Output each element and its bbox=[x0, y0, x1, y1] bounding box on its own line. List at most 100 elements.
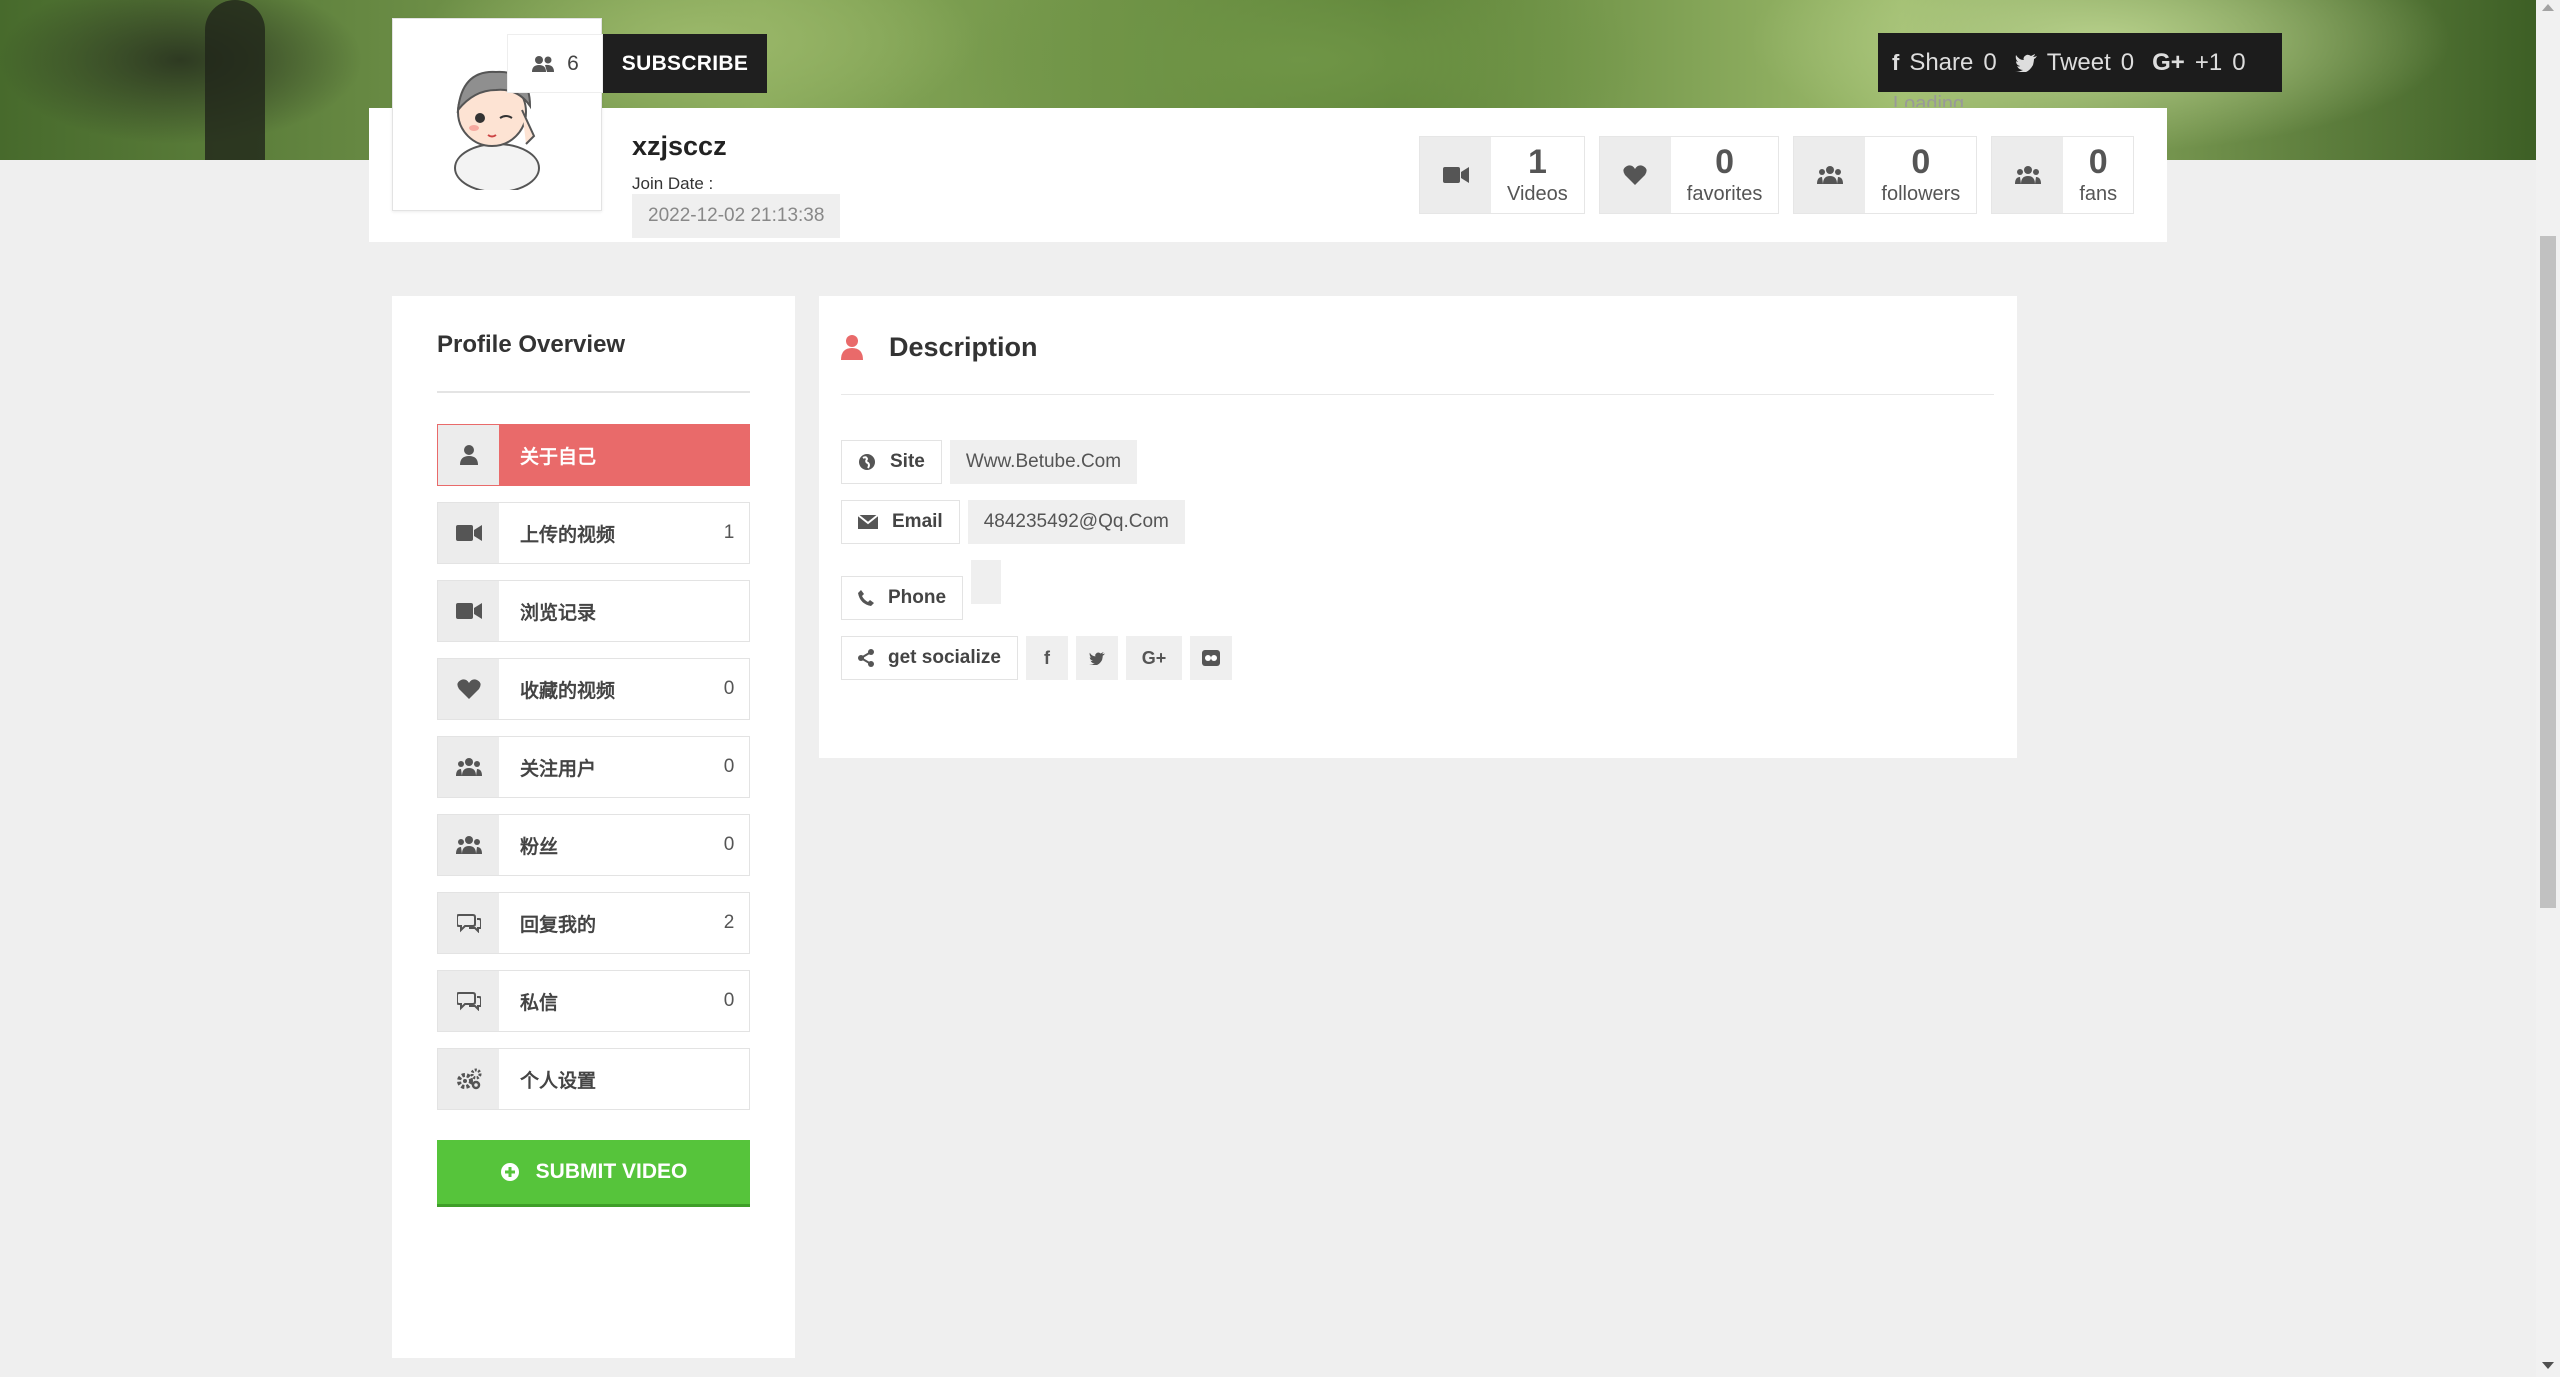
users-icon bbox=[2014, 166, 2041, 184]
sidebar-item-messages[interactable]: 私信 0 bbox=[437, 970, 750, 1032]
sidebar-item-count: 1 bbox=[723, 522, 735, 543]
users-icon bbox=[455, 758, 482, 776]
scroll-thumb[interactable] bbox=[2540, 236, 2556, 908]
sidebar-item-label: 关于自己 bbox=[499, 425, 749, 485]
sidebar-item-count: 0 bbox=[723, 834, 735, 855]
subscribe-group: 6 SUBSCRIBE bbox=[507, 34, 767, 93]
stat-value: 0 bbox=[1911, 142, 1931, 181]
site-row: Site Www.Betube.Com bbox=[841, 440, 1138, 484]
sidebar-item-label: 个人设置 bbox=[520, 1070, 597, 1092]
site-value[interactable]: Www.Betube.Com bbox=[949, 440, 1138, 484]
profile-sidebar: Profile Overview 关于自己 上传的视频 1 浏览记录 收藏的视频… bbox=[392, 296, 795, 1358]
users-icon bbox=[1816, 166, 1843, 184]
stat-value: 0 bbox=[2088, 142, 2108, 181]
sidebar-item-history[interactable]: 浏览记录 bbox=[437, 580, 750, 642]
flickr-icon bbox=[1202, 650, 1220, 666]
scroll-down-arrow-icon[interactable] bbox=[2542, 1362, 2554, 1369]
envelope-icon bbox=[858, 514, 878, 529]
sidebar-item-uploaded-videos[interactable]: 上传的视频 1 bbox=[437, 502, 750, 564]
share-count: 0 bbox=[1983, 48, 1997, 76]
sidebar-title: Profile Overview bbox=[437, 331, 626, 358]
plus-circle-icon bbox=[500, 1163, 519, 1181]
sidebar-item-label: 收藏的视频 bbox=[520, 680, 616, 702]
video-camera-icon bbox=[455, 603, 482, 619]
share-button[interactable]: Share bbox=[1909, 49, 1973, 77]
phone-value bbox=[971, 560, 1002, 604]
sidebar-item-label: 上传的视频 bbox=[520, 524, 616, 546]
subscriber-count: 6 bbox=[507, 34, 603, 93]
scroll-up-arrow-icon[interactable] bbox=[2542, 4, 2554, 11]
stat-label: favorites bbox=[1686, 182, 1763, 205]
sidebar-item-label: 回复我的 bbox=[520, 914, 597, 936]
google-plus-link[interactable]: G+ bbox=[1126, 636, 1182, 680]
stat-favorites[interactable]: 0 favorites bbox=[1598, 136, 1780, 214]
join-date-value: 2022-12-02 21:13:38 bbox=[632, 194, 841, 238]
sidebar-item-count: 0 bbox=[723, 678, 735, 699]
sidebar-item-about-me[interactable]: 关于自己 bbox=[437, 424, 750, 486]
plus-one-button[interactable]: +1 bbox=[2195, 49, 2222, 77]
stat-followers[interactable]: 0 followers bbox=[1793, 136, 1978, 214]
comments-icon bbox=[456, 914, 481, 933]
join-date: Join Date : 2022-12-02 21:13:38 bbox=[632, 174, 841, 238]
plus-one-count: 0 bbox=[2232, 48, 2246, 76]
cover-person-silhouette bbox=[205, 0, 265, 160]
sidebar-item-fans[interactable]: 粉丝 0 bbox=[437, 814, 750, 876]
loading-text: Loading... bbox=[1893, 93, 1981, 107]
twitter-icon bbox=[2014, 53, 2037, 72]
tweet-button[interactable]: Tweet bbox=[2047, 49, 2111, 77]
sidebar-item-label: 浏览记录 bbox=[520, 602, 597, 624]
comments-icon bbox=[456, 992, 481, 1011]
flickr-link[interactable] bbox=[1190, 636, 1232, 680]
description-panel: Description Site Www.Betube.Com Email 48… bbox=[819, 296, 2017, 758]
email-row: Email 484235492@Qq.Com bbox=[841, 500, 1185, 544]
email-value[interactable]: 484235492@Qq.Com bbox=[967, 500, 1185, 544]
tweet-count: 0 bbox=[2120, 48, 2135, 76]
profile-stats: 1 Videos 0 favorites 0 followers 0 fans bbox=[1419, 136, 2135, 214]
video-camera-icon bbox=[1442, 167, 1469, 183]
social-row: get socialize f G+ bbox=[841, 636, 1232, 680]
subscribe-button[interactable]: SUBSCRIBE bbox=[603, 34, 767, 93]
heart-icon bbox=[1623, 165, 1647, 185]
sidebar-item-label: 粉丝 bbox=[520, 836, 559, 858]
stat-value: 0 bbox=[1715, 142, 1735, 181]
subscriber-count-value: 6 bbox=[567, 51, 579, 75]
submit-video-label: SUBMIT VIDEO bbox=[535, 1160, 688, 1183]
social-label: get socialize bbox=[888, 647, 1001, 668]
globe-icon bbox=[859, 454, 875, 470]
stat-fans[interactable]: 0 fans bbox=[1991, 136, 2135, 214]
share-icon bbox=[858, 649, 874, 667]
sidebar-item-favorite-videos[interactable]: 收藏的视频 0 bbox=[437, 658, 750, 720]
facebook-link[interactable]: f bbox=[1026, 636, 1068, 680]
twitter-icon bbox=[1089, 651, 1105, 665]
phone-tag: Phone bbox=[841, 576, 964, 620]
sidebar-item-label: 关注用户 bbox=[520, 758, 597, 780]
email-label: Email bbox=[892, 511, 943, 532]
social-tag: get socialize bbox=[841, 636, 1018, 680]
description-title: Description bbox=[889, 332, 1038, 362]
social-share-bar: f Share 0 Tweet 0 G+ +1 0 bbox=[1878, 33, 2282, 92]
gears-icon bbox=[456, 1068, 481, 1090]
stat-videos[interactable]: 1 Videos bbox=[1419, 136, 1585, 214]
twitter-link[interactable] bbox=[1076, 636, 1118, 680]
submit-video-button[interactable]: SUBMIT VIDEO bbox=[437, 1140, 750, 1207]
vertical-scrollbar[interactable] bbox=[2536, 0, 2560, 1377]
sidebar-item-following[interactable]: 关注用户 0 bbox=[437, 736, 750, 798]
join-date-label: Join Date : bbox=[632, 174, 714, 193]
sidebar-item-settings[interactable]: 个人设置 bbox=[437, 1048, 750, 1110]
site-tag: Site bbox=[841, 440, 942, 484]
stat-label: fans bbox=[2079, 182, 2118, 205]
sidebar-item-label: 私信 bbox=[520, 992, 559, 1014]
email-tag: Email bbox=[841, 500, 960, 544]
stat-value: 1 bbox=[1527, 142, 1547, 181]
phone-row: Phone bbox=[841, 560, 1002, 620]
sidebar-item-replies[interactable]: 回复我的 2 bbox=[437, 892, 750, 954]
stat-label: Videos bbox=[1507, 182, 1568, 205]
google-plus-icon: G+ bbox=[2152, 48, 2185, 76]
phone-label: Phone bbox=[888, 587, 947, 608]
stat-label: followers bbox=[1881, 182, 1961, 205]
user-icon bbox=[459, 445, 478, 465]
divider bbox=[437, 391, 750, 393]
phone-icon bbox=[858, 590, 874, 606]
user-icon bbox=[841, 335, 863, 360]
divider bbox=[841, 394, 1994, 395]
